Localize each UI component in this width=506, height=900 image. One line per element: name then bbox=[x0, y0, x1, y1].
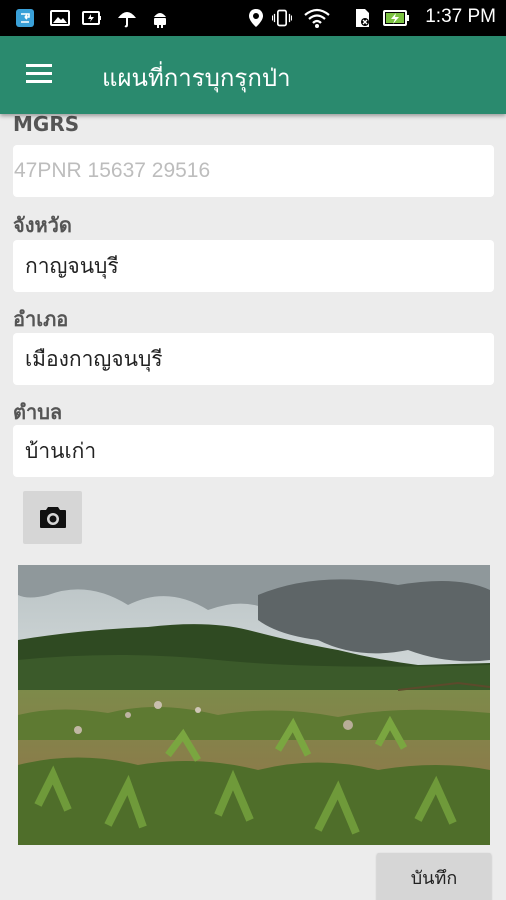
clock: 1:37 PM bbox=[425, 6, 496, 27]
mgrs-field-container bbox=[13, 145, 494, 197]
wifi-icon bbox=[304, 8, 330, 28]
province-field[interactable] bbox=[13, 240, 494, 292]
district-label: อำเภอ bbox=[13, 307, 69, 331]
app-notification-icon bbox=[16, 9, 34, 27]
subdistrict-label: ตำบล bbox=[13, 400, 63, 424]
hamburger-menu-icon[interactable] bbox=[24, 62, 54, 86]
app-toolbar: แผนที่การบุกรุกป่า bbox=[0, 36, 506, 114]
camera-button[interactable] bbox=[23, 491, 82, 544]
province-label: จังหวัด bbox=[13, 213, 72, 237]
battery-saver-icon bbox=[82, 11, 101, 25]
sim-icon bbox=[356, 9, 369, 27]
mgrs-field[interactable] bbox=[13, 145, 494, 197]
battery-charging-icon bbox=[383, 10, 409, 26]
captured-photo bbox=[18, 565, 490, 845]
image-icon bbox=[50, 10, 70, 26]
status-bar: 1:37 PM bbox=[0, 0, 506, 36]
district-field-container bbox=[13, 333, 494, 385]
android-icon bbox=[154, 13, 166, 28]
umbrella-icon bbox=[118, 12, 136, 28]
province-field-container bbox=[13, 240, 494, 292]
subdistrict-field-container bbox=[13, 425, 494, 477]
location-icon bbox=[249, 9, 263, 27]
mgrs-label: MGRS bbox=[13, 112, 80, 136]
subdistrict-field[interactable] bbox=[13, 425, 494, 477]
save-button[interactable]: บันทึก bbox=[377, 853, 491, 900]
camera-icon bbox=[40, 507, 66, 528]
page-title: แผนที่การบุกรุกป่า bbox=[102, 64, 291, 92]
vibrate-icon bbox=[272, 9, 292, 27]
district-field[interactable] bbox=[13, 333, 494, 385]
